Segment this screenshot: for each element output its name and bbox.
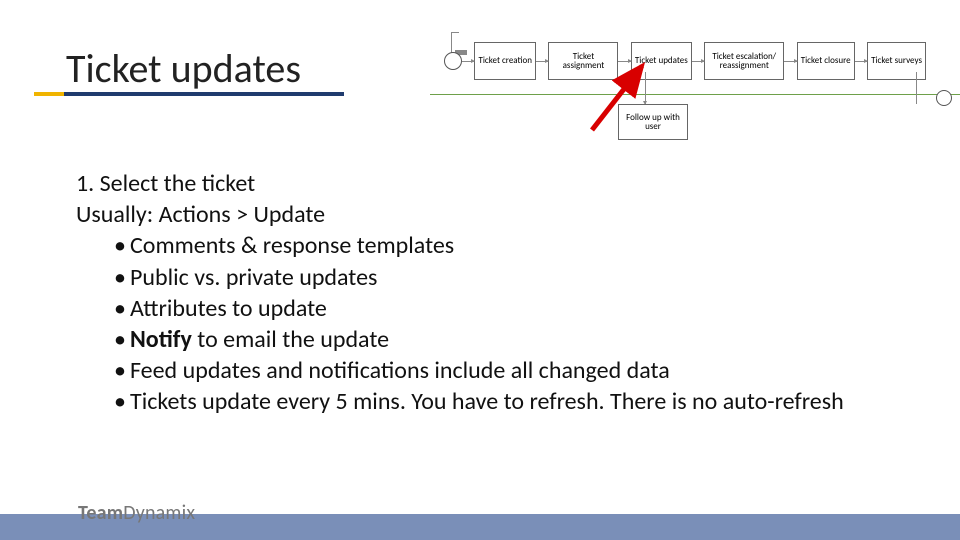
- flow-start-icon: [444, 52, 462, 70]
- flow-end-icon: [936, 90, 952, 106]
- list-item: •Public vs. private updates: [114, 262, 920, 293]
- flow-connector-end: [916, 72, 917, 104]
- flow-node-escalation: Ticket escalation/ reassignment: [704, 42, 784, 80]
- flow-connector: [855, 61, 867, 62]
- flow-node-surveys: Ticket surveys: [867, 42, 926, 80]
- flow-connector: [692, 61, 704, 62]
- list-item: •Tickets update every 5 mins. You have t…: [114, 386, 920, 417]
- title-accent-blue: [64, 92, 344, 96]
- list-item: •Comments & response templates: [114, 230, 920, 261]
- pointer-arrow-icon: [564, 60, 664, 140]
- flow-node-creation: Ticket creation: [474, 42, 536, 80]
- flow-connector: [784, 61, 796, 62]
- bullet-list: •Comments & response templates •Public v…: [76, 230, 920, 417]
- flow-node-closure: Ticket closure: [797, 42, 855, 80]
- body-line-2: Usually: Actions > Update: [76, 199, 920, 230]
- flow-connector: [536, 61, 548, 62]
- body-content: 1. Select the ticket Usually: Actions > …: [76, 168, 920, 418]
- page-title: Ticket updates: [66, 44, 301, 93]
- body-line-1: 1. Select the ticket: [76, 168, 920, 199]
- footer-logo-bold: Team: [78, 501, 123, 525]
- list-item: •Notify to email the update: [114, 324, 920, 355]
- list-item: •Attributes to update: [114, 293, 920, 324]
- title-accent-yellow: [34, 92, 64, 96]
- flow-connector: [462, 61, 474, 62]
- footer-logo: TeamDynamix: [78, 501, 195, 525]
- list-item: •Feed updates and notifications include …: [114, 355, 920, 386]
- flowchart: Ticket creation Ticket assignment Ticket…: [444, 16, 952, 106]
- footer-logo-light: Dynamix: [123, 501, 195, 525]
